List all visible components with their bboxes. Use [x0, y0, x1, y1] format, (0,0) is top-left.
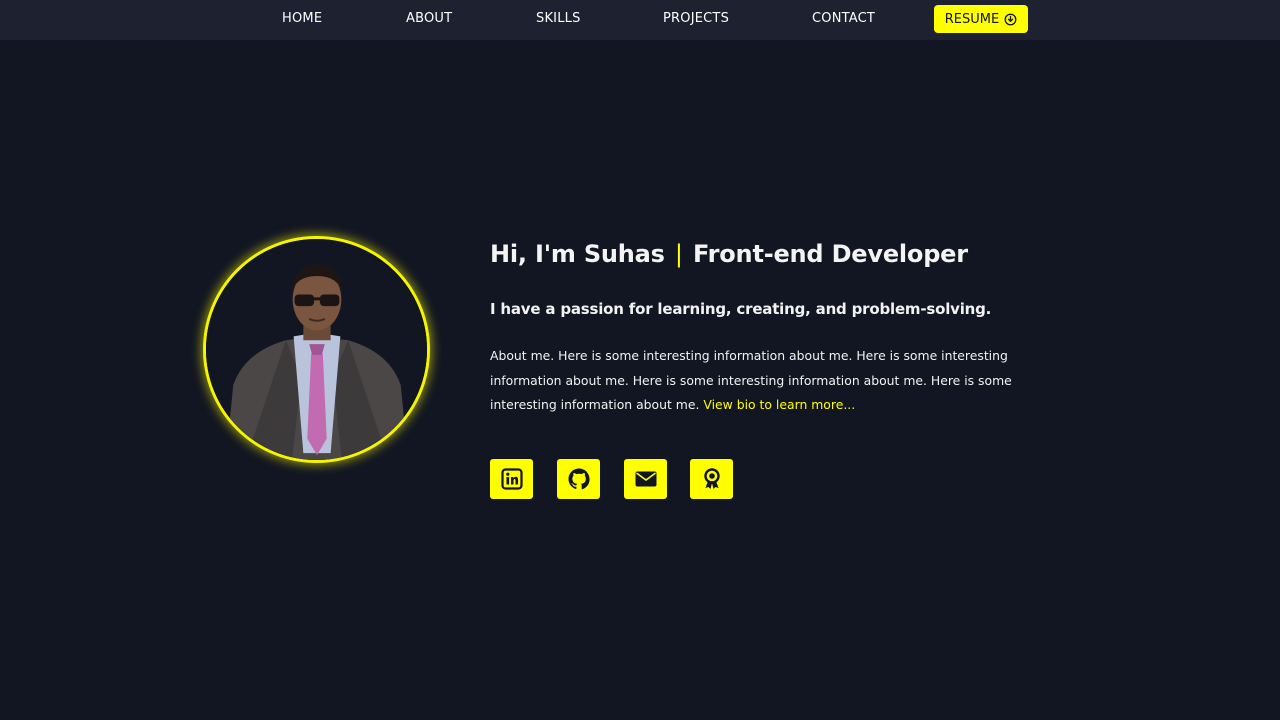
view-bio-link[interactable]: View bio to learn more...: [703, 397, 855, 412]
nav-projects-link[interactable]: PROJECTS: [663, 0, 729, 38]
linkedin-icon: [500, 468, 523, 490]
nav-about-link[interactable]: ABOUT: [406, 0, 452, 38]
resume-label: RESUME: [944, 11, 1000, 27]
email-button[interactable]: [624, 459, 667, 499]
top-navbar: HOME ABOUT SKILLS PROJECTS CONTACT RESUM…: [0, 0, 1280, 40]
greeting-text: Hi, I'm Suhas: [490, 240, 665, 268]
certificate-button[interactable]: [690, 459, 733, 499]
heading-separator: |: [674, 240, 683, 268]
profile-photo: [203, 236, 430, 463]
about-paragraph: About me. Here is some interesting infor…: [490, 344, 1020, 418]
linkedin-button[interactable]: [490, 459, 533, 499]
github-button[interactable]: [557, 459, 600, 499]
nav-home-link[interactable]: HOME: [282, 0, 322, 38]
role-text: Front-end Developer: [692, 240, 968, 268]
nav-skills-link[interactable]: SKILLS: [536, 0, 581, 38]
hero-tagline: I have a passion for learning, creating,…: [490, 300, 992, 318]
resume-download-button[interactable]: RESUME: [934, 5, 1028, 33]
download-circle-icon: [1004, 13, 1017, 25]
github-icon: [568, 468, 590, 490]
award-ribbon-icon: [703, 468, 720, 489]
nav-contact-link[interactable]: CONTACT: [812, 0, 875, 38]
person-portrait-image: [206, 239, 427, 460]
envelope-icon: [635, 471, 656, 487]
hero-heading: Hi, I'm Suhas | Front-end Developer: [490, 240, 968, 268]
